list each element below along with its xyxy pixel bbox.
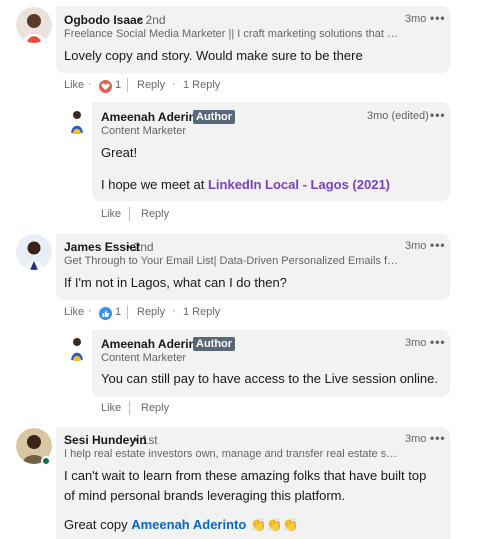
like-button[interactable]: Like [64,306,84,318]
commenter-name[interactable]: Ogbodo Isaac [64,13,143,27]
reply-time: 3mo (edited) [367,110,429,122]
comment-text: If I'm not in Lagos, what can I do then? [64,275,287,290]
avatar[interactable] [63,333,91,361]
more-options-button[interactable]: ••• [430,108,446,122]
heart-reaction-icon [99,80,112,93]
separator-dot: · [88,78,92,90]
avatar[interactable] [16,234,52,270]
author-badge: Author [193,337,236,351]
reply-text: I hope we meet at LinkedIn Local - Lagos… [101,175,441,195]
reply-button[interactable]: Reply [137,306,165,318]
comment-time: 3mo [405,433,427,445]
reaction-count[interactable]: 1 [115,306,121,318]
reaction-count[interactable]: 1 [115,79,121,91]
reply-author-headline: Content Marketer [101,125,186,137]
like-button[interactable]: Like [101,402,121,414]
reply-author-headline: Content Marketer [101,352,186,364]
separator-dot: · [172,78,176,90]
reply-button[interactable]: Reply [141,208,169,220]
divider [127,78,128,92]
author-badge: Author [193,110,236,124]
comment-text: Great copy Ameenah Aderinto 👏👏👏 [64,515,444,535]
avatar[interactable] [63,106,91,134]
reply-text: Great! [101,145,138,160]
connection-degree: • 2nd [126,240,154,254]
comment-time: 3mo [405,13,427,25]
divider [127,305,128,319]
reply-button[interactable]: Reply [141,402,169,414]
like-button[interactable]: Like [101,208,121,220]
comment-text: I can't wait to learn from these amazing… [64,468,427,503]
clapping-hands-emoji: 👏 [249,517,267,532]
thumbs-up-reaction-icon [99,307,112,320]
separator-dot: · [88,305,92,317]
reply-time: 3mo [405,337,427,349]
view-replies-link[interactable]: 1 Reply [183,79,220,91]
mention-link[interactable]: Ameenah Aderinto [131,517,246,532]
reply-author-name[interactable]: Ameenah Aderinto [101,110,207,124]
divider [129,207,130,221]
separator-dot: · [172,305,176,317]
reply-text: You can still pay to have access to the … [101,371,439,386]
commenter-headline: I help real estate investors own, manage… [64,448,400,460]
like-button[interactable]: Like [64,79,84,91]
comment-text: Lovely copy and story. Would make sure t… [64,48,363,63]
event-link[interactable]: LinkedIn Local - Lagos (2021) [208,177,390,192]
divider [129,401,130,415]
comment-text-prefix: Great copy [64,517,128,532]
commenter-headline: Freelance Social Media Marketer || I cra… [64,28,400,40]
clapping-hands-emoji: 👏 [266,517,283,532]
more-options-button[interactable]: ••• [430,431,446,445]
online-status-indicator [41,456,51,466]
comment-time: 3mo [405,240,427,252]
comments-thread: Ogbodo Isaac • 2nd 3mo ••• Freelance Soc… [0,0,480,539]
more-options-button[interactable]: ••• [430,335,446,349]
reply-author-name[interactable]: Ameenah Aderinto [101,337,207,351]
reply-button[interactable]: Reply [137,79,165,91]
more-options-button[interactable]: ••• [430,11,446,25]
commenter-headline: Get Through to Your Email List| Data-Dri… [64,255,400,267]
connection-degree: • 1st [134,433,158,447]
view-replies-link[interactable]: 1 Reply [183,306,220,318]
reply-text-prefix: I hope we meet at [101,177,205,192]
clapping-hands-emoji: 👏 [282,517,299,532]
more-options-button[interactable]: ••• [430,238,446,252]
avatar[interactable] [16,7,52,43]
connection-degree: • 2nd [138,13,166,27]
